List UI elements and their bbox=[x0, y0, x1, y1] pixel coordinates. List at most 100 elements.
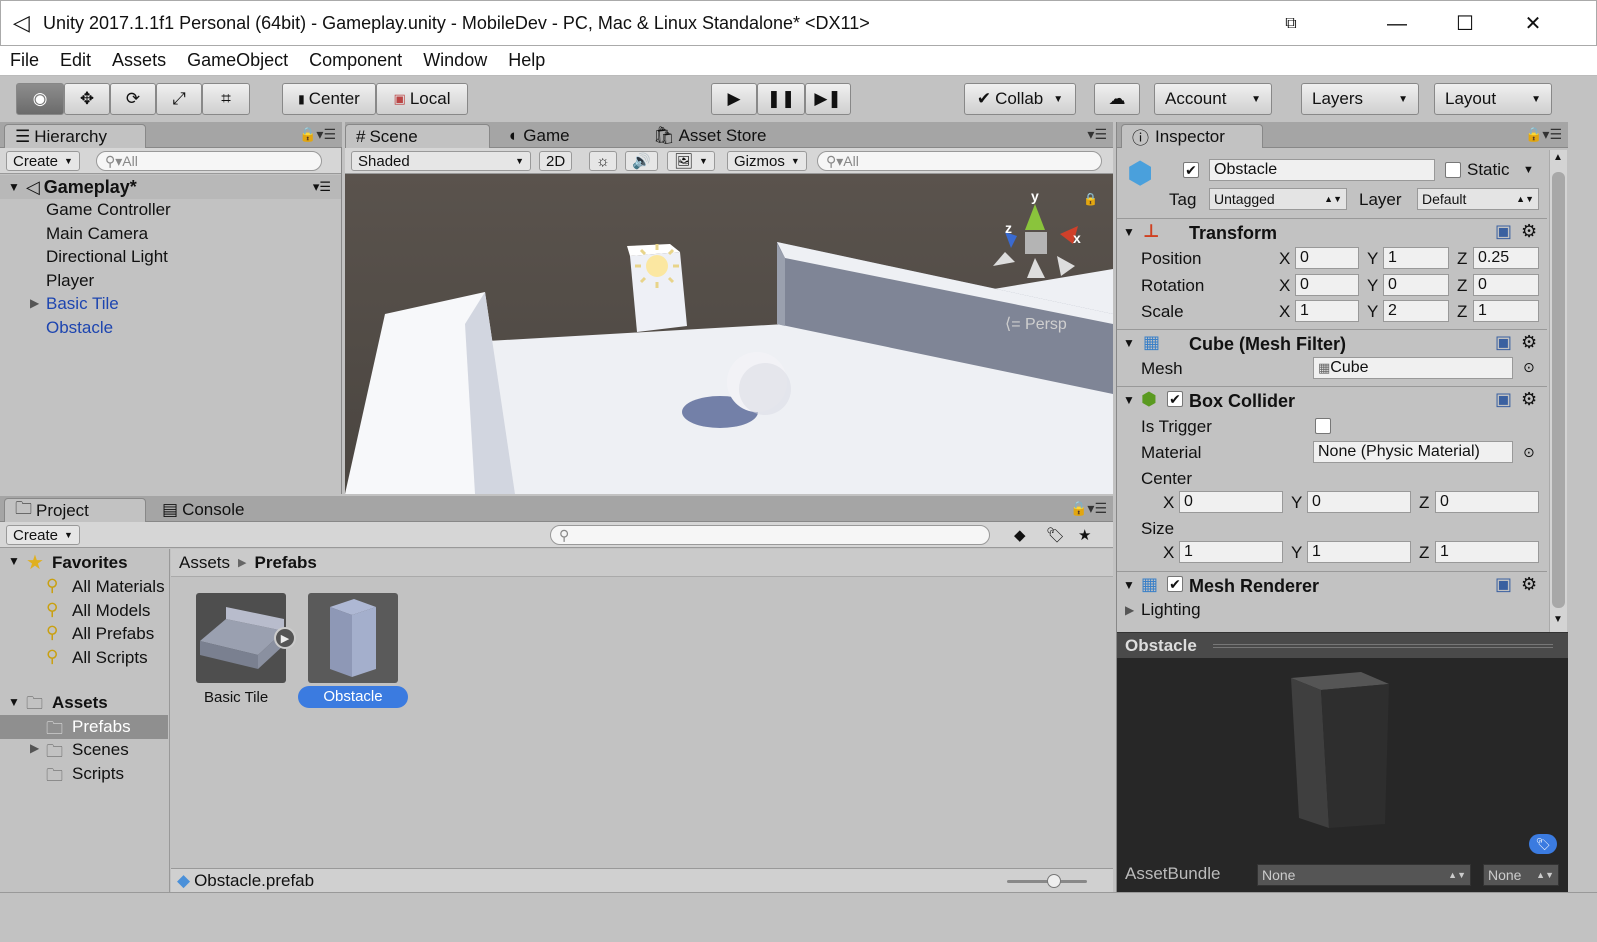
menu-assets[interactable]: Assets bbox=[112, 50, 166, 71]
shading-mode-dropdown[interactable]: Shaded ▼ bbox=[351, 151, 531, 171]
physic-material-field[interactable]: None (Physic Material) bbox=[1313, 441, 1513, 463]
pivot-local-button[interactable]: ▣ Local bbox=[376, 83, 468, 115]
project-search-input[interactable]: ⚲ bbox=[550, 525, 990, 545]
collapse-arrow-icon[interactable]: ▼ bbox=[1123, 225, 1135, 239]
favorite-all-scripts[interactable]: All Scripts bbox=[72, 648, 148, 668]
favorite-all-prefabs[interactable]: All Prefabs bbox=[72, 624, 154, 644]
favorite-all-materials[interactable]: All Materials bbox=[72, 577, 168, 597]
scene-header-row[interactable]: ▼ ◁ Gameplay* ▾☰ bbox=[0, 175, 341, 199]
asset-thumbnail-basic-tile[interactable]: ▶ bbox=[196, 593, 296, 683]
lock-icon[interactable]: 🔒 bbox=[1083, 192, 1098, 206]
tab-inspector[interactable]: ⓘ Inspector bbox=[1121, 124, 1263, 148]
perspective-label[interactable]: ⟨= Persp bbox=[1005, 314, 1067, 334]
breadcrumb-prefabs[interactable]: Prefabs bbox=[255, 553, 317, 573]
menu-file[interactable]: File bbox=[10, 50, 39, 71]
pause-button[interactable]: ❚❚ bbox=[757, 83, 805, 115]
scale-z-field[interactable]: 1 bbox=[1473, 300, 1539, 322]
preview-drag-handle[interactable] bbox=[1213, 644, 1553, 648]
tag-dropdown[interactable]: Untagged ▲▼ bbox=[1209, 188, 1347, 210]
mesh-renderer-header[interactable]: ▼ ▦ ✔ Mesh Renderer ▣ ⚙ bbox=[1117, 571, 1547, 597]
hierarchy-item-obstacle[interactable]: Obstacle bbox=[46, 318, 113, 338]
help-icon[interactable]: ▣ bbox=[1495, 332, 1512, 353]
asset-labels-icon[interactable]: 🏷 bbox=[1529, 834, 1557, 854]
static-checkbox[interactable] bbox=[1445, 162, 1461, 178]
menu-window[interactable]: Window bbox=[423, 50, 487, 71]
active-checkbox[interactable]: ✔ bbox=[1183, 162, 1199, 178]
hierarchy-create-button[interactable]: Create ▼ bbox=[6, 151, 80, 171]
close-button[interactable]: ✕ bbox=[1513, 9, 1553, 39]
expand-arrow-icon[interactable]: ▼ bbox=[8, 180, 20, 194]
gear-icon[interactable]: ⚙ bbox=[1521, 332, 1537, 353]
breadcrumb-assets[interactable]: Assets bbox=[179, 553, 230, 573]
favorite-star-icon[interactable]: ★ bbox=[1078, 526, 1091, 544]
object-picker-icon[interactable]: ⊙ bbox=[1523, 359, 1535, 376]
expand-prefab-icon[interactable]: ▶ bbox=[274, 627, 296, 649]
menu-component[interactable]: Component bbox=[309, 50, 402, 71]
gear-icon[interactable]: ⚙ bbox=[1521, 574, 1537, 595]
favorite-all-models[interactable]: All Models bbox=[72, 601, 150, 621]
play-button[interactable]: ▶ bbox=[711, 83, 757, 115]
expand-arrow-icon[interactable]: ▼ bbox=[8, 554, 20, 568]
position-x-field[interactable]: 0 bbox=[1295, 247, 1359, 269]
expand-arrow-icon[interactable]: ▶ bbox=[1125, 603, 1134, 617]
box-collider-enabled-checkbox[interactable]: ✔ bbox=[1167, 391, 1183, 407]
panel-menu-icon[interactable]: ▾☰ bbox=[1087, 126, 1107, 143]
static-dropdown-icon[interactable]: ▼ bbox=[1523, 164, 1534, 176]
center-y-field[interactable]: 0 bbox=[1307, 491, 1411, 513]
expand-arrow-icon[interactable]: ▶ bbox=[30, 296, 39, 310]
scale-tool-button[interactable]: ⤢ bbox=[156, 83, 202, 115]
asset-label-basic-tile[interactable]: Basic Tile bbox=[204, 689, 268, 706]
size-z-field[interactable]: 1 bbox=[1435, 541, 1539, 563]
lighting-foldout[interactable]: Lighting bbox=[1141, 600, 1201, 620]
tab-game[interactable]: ◖ Game bbox=[497, 124, 580, 148]
filter-type-icon[interactable]: ◆ bbox=[1014, 526, 1026, 544]
help-icon[interactable]: ▣ bbox=[1495, 389, 1512, 410]
is-trigger-checkbox[interactable] bbox=[1315, 418, 1331, 434]
menu-gameobject[interactable]: GameObject bbox=[187, 50, 288, 71]
scroll-up-icon[interactable]: ▲ bbox=[1553, 152, 1563, 163]
object-name-field[interactable]: Obstacle bbox=[1209, 159, 1435, 181]
scale-x-field[interactable]: 1 bbox=[1295, 300, 1359, 322]
mesh-filter-header[interactable]: ▼ ▦ Cube (Mesh Filter) ▣ ⚙ bbox=[1117, 329, 1547, 355]
center-x-field[interactable]: 0 bbox=[1179, 491, 1283, 513]
size-y-field[interactable]: 1 bbox=[1307, 541, 1411, 563]
layer-dropdown[interactable]: Default ▲▼ bbox=[1417, 188, 1539, 210]
rect-tool-button[interactable]: ⌗ bbox=[202, 83, 250, 115]
rotation-y-field[interactable]: 0 bbox=[1383, 274, 1449, 296]
collapse-arrow-icon[interactable]: ▼ bbox=[1123, 336, 1135, 350]
rotation-z-field[interactable]: 0 bbox=[1473, 274, 1539, 296]
object-picker-icon[interactable]: ⊙ bbox=[1523, 444, 1535, 461]
scene-lighting-toggle[interactable]: ☼ bbox=[589, 151, 617, 171]
panel-lock-icon[interactable]: 🔒▾☰ bbox=[299, 126, 336, 143]
asset-thumbnail-obstacle[interactable] bbox=[308, 593, 398, 683]
asset-label-obstacle[interactable]: Obstacle bbox=[298, 686, 408, 708]
position-z-field[interactable]: 0.25 bbox=[1473, 247, 1539, 269]
icon-size-slider-thumb[interactable] bbox=[1047, 874, 1061, 888]
inspector-scrollbar[interactable]: ▲ ▼ bbox=[1549, 150, 1567, 632]
hierarchy-item-player[interactable]: Player bbox=[46, 271, 94, 291]
menu-edit[interactable]: Edit bbox=[60, 50, 91, 71]
folder-scripts[interactable]: Scripts bbox=[72, 764, 124, 784]
scene-effects-dropdown[interactable]: 🖼 ▼ bbox=[667, 151, 715, 171]
gear-icon[interactable]: ⚙ bbox=[1521, 389, 1537, 410]
scene-menu-icon[interactable]: ▾☰ bbox=[313, 179, 331, 195]
hierarchy-item-game-controller[interactable]: Game Controller bbox=[46, 200, 171, 220]
hierarchy-item-main-camera[interactable]: Main Camera bbox=[46, 224, 148, 244]
tab-scene[interactable]: # Scene bbox=[345, 124, 490, 148]
expand-arrow-icon[interactable]: ▼ bbox=[8, 695, 20, 709]
rotation-x-field[interactable]: 0 bbox=[1295, 274, 1359, 296]
maximize-button[interactable]: ☐ bbox=[1445, 9, 1485, 39]
position-y-field[interactable]: 1 bbox=[1383, 247, 1449, 269]
pivot-center-button[interactable]: ▮ Center bbox=[282, 83, 376, 115]
collab-dropdown[interactable]: ✔ Collab ▼ bbox=[964, 83, 1076, 115]
panel-lock-icon[interactable]: 🔒▾☰ bbox=[1070, 500, 1107, 517]
preview-header[interactable]: Obstacle bbox=[1117, 632, 1568, 658]
assets-folder[interactable]: Assets bbox=[52, 693, 108, 713]
layers-dropdown[interactable]: Layers ▼ bbox=[1301, 83, 1419, 115]
step-button[interactable]: ▶❚ bbox=[805, 83, 851, 115]
help-icon[interactable]: ▣ bbox=[1495, 221, 1512, 242]
minimize-button[interactable]: — bbox=[1377, 9, 1417, 39]
center-z-field[interactable]: 0 bbox=[1435, 491, 1539, 513]
tab-hierarchy[interactable]: ☰ Hierarchy bbox=[4, 124, 146, 148]
hierarchy-search-input[interactable]: ⚲▾All bbox=[96, 151, 322, 171]
